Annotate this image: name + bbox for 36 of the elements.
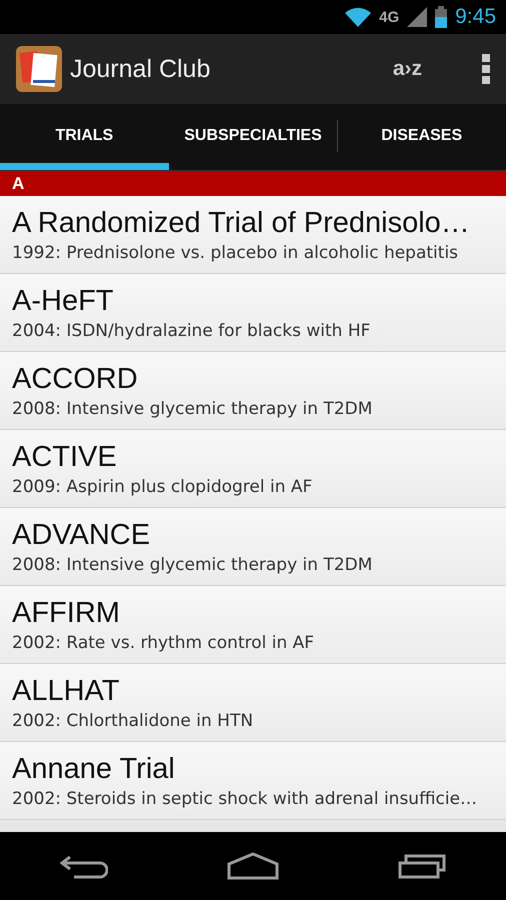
- app-logo-icon[interactable]: [16, 46, 62, 92]
- network-label: 4G: [379, 8, 400, 26]
- trial-name: A-HeFT: [12, 284, 114, 318]
- app-title: Journal Club: [70, 54, 212, 84]
- trial-row[interactable]: A-HeFT 2004: ISDN/hydralazine for blacks with HF: [0, 274, 506, 352]
- trial-summary: 2002: Steroids in septic shock with adrenal insufficie…: [12, 788, 478, 810]
- tab[interactable]: SUBSPECIALTIES: [168, 104, 338, 170]
- trial-name: ACCORD: [12, 362, 139, 396]
- section-header: A: [0, 170, 506, 196]
- trial-row[interactable]: AFFIRM 2002: Rate vs. rhythm control in AF: [0, 586, 506, 664]
- overflow-menu-icon[interactable]: [482, 54, 490, 84]
- trial-summary: 1992: Prednisolone vs. placebo in alcoholic hepatitis: [12, 242, 460, 264]
- trial-name: ALLHAT: [12, 674, 120, 708]
- trial-name: Annane Trial: [12, 752, 176, 786]
- wifi-icon: [345, 7, 372, 27]
- trial-name: ACTIVE: [12, 440, 118, 474]
- trial-summary: 2004: ISDN/hydralazine for blacks with HF: [12, 320, 372, 342]
- trial-name: ADVANCE: [12, 518, 152, 552]
- trial-summary: 2002: Rate vs. rhythm control in AF: [12, 632, 316, 654]
- trial-row[interactable]: ALLHAT 2002: Chlorthalidone in HTN: [0, 664, 506, 742]
- sort-button[interactable]: a›z: [384, 53, 430, 85]
- trial-summary: 2008: Intensive glycemic therapy in T2DM: [12, 398, 374, 420]
- trial-row[interactable]: A Randomized Trial of Prednisolo… 1992: Prednisolone vs. placebo in alcoholic hepatitis: [0, 196, 506, 274]
- signal-icon: [407, 7, 428, 27]
- trial-summary: 2008: Intensive glycemic therapy in T2DM: [12, 554, 374, 576]
- clock-time: 9:45: [455, 5, 496, 29]
- trial-name: A Randomized Trial of Prednisolo…: [12, 206, 471, 240]
- tab[interactable]: DISEASES: [337, 104, 506, 170]
- trial-name: AFFIRM: [12, 596, 121, 630]
- trial-row[interactable]: ACCORD 2008: Intensive glycemic therapy in T2DM: [0, 352, 506, 430]
- trial-summary: 2009: Aspirin plus clopidogrel in AF: [12, 476, 314, 498]
- trial-summary: 2002: Chlorthalidone in HTN: [12, 710, 254, 732]
- trial-row[interactable]: ACTIVE 2009: Aspirin plus clopidogrel in AF: [0, 430, 506, 508]
- battery-icon: [435, 6, 448, 28]
- trial-row[interactable]: Annane Trial 2002: Steroids in septic shock with adrenal insufficie…: [0, 742, 506, 820]
- trial-row[interactable]: ADVANCE 2008: Intensive glycemic therapy in T2DM: [0, 508, 506, 586]
